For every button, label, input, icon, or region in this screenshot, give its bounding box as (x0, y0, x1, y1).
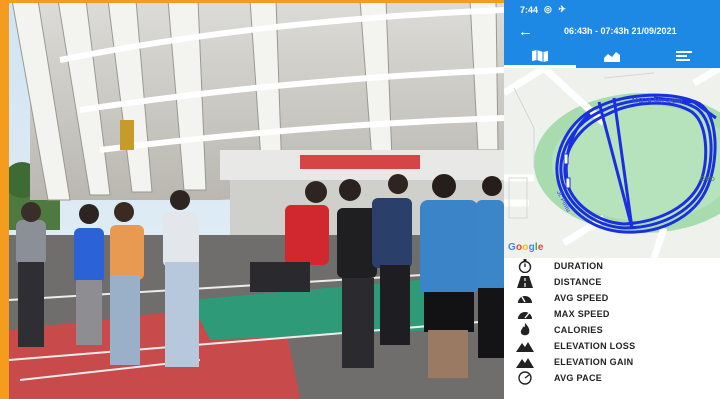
stat-row-distance[interactable]: DISTANCE (504, 274, 720, 290)
group-photo-stadium (0, 0, 504, 399)
map-label-area: Gelo (700, 176, 715, 183)
status-icons: ◎ ✈ (544, 4, 568, 14)
status-bar: 7:44 ◎ ✈ (504, 0, 720, 20)
elevation-chart-icon (604, 52, 620, 62)
tab-details[interactable] (648, 44, 720, 68)
speedometer-icon (518, 296, 532, 303)
stat-label: ELEVATION LOSS (554, 341, 636, 351)
pace-gauge-icon (518, 371, 532, 385)
list-icon (676, 51, 692, 61)
speedometer-max-icon (518, 312, 532, 319)
map-icon (532, 50, 548, 62)
stat-row-duration[interactable]: DURATION (504, 258, 720, 274)
road-icon (517, 276, 533, 288)
app-bar: ← 06:43h - 07:43h 21/09/2021 (504, 20, 720, 44)
status-time: 7:44 (520, 5, 539, 15)
stat-label: DURATION (554, 261, 604, 271)
stat-row-elevation-loss[interactable]: ELEVATION LOSS (504, 338, 720, 354)
stat-label: AVG PACE (554, 373, 603, 383)
activity-time-range: 06:43h - 07:43h 21/09/2021 (564, 26, 677, 36)
stat-row-elevation-gain[interactable]: ELEVATION GAIN (504, 354, 720, 370)
stat-label: ELEVATION GAIN (554, 357, 634, 367)
arrow-left-icon[interactable]: ← (518, 23, 533, 40)
stat-row-max-speed[interactable]: MAX SPEED (504, 306, 720, 322)
stat-row-avg-pace[interactable]: AVG PACE (504, 370, 720, 386)
track-map[interactable]: MOJA Museum Gelo Jl. Pintu (504, 64, 720, 260)
group-photo-panel (0, 0, 504, 399)
stat-label: MAX SPEED (554, 309, 610, 319)
phone-screenshot: 7:44 ◎ ✈ ← 06:43h - 07:43h 21/09/2021 MO… (504, 0, 720, 399)
stat-label: DISTANCE (554, 277, 602, 287)
map-canvas (504, 64, 720, 260)
stat-label: CALORIES (554, 325, 603, 335)
stat-row-calories[interactable]: CALORIES (504, 322, 720, 338)
stat-label: AVG SPEED (554, 293, 609, 303)
stopwatch-icon (518, 259, 532, 273)
map-label-place: MOJA Museum (632, 98, 683, 105)
google-logo: Google (508, 242, 544, 253)
stats-list: DURATION DISTANCE AVG SPEED MAX SPEED CA… (504, 258, 720, 399)
frame-top-border (0, 0, 504, 3)
stat-row-avg-speed[interactable]: AVG SPEED (504, 290, 720, 306)
frame-left-border (0, 0, 9, 399)
flame-icon (520, 323, 530, 336)
mountain-icon (516, 342, 534, 352)
mountain-icon (516, 358, 534, 368)
tab-elevation[interactable] (576, 44, 648, 68)
